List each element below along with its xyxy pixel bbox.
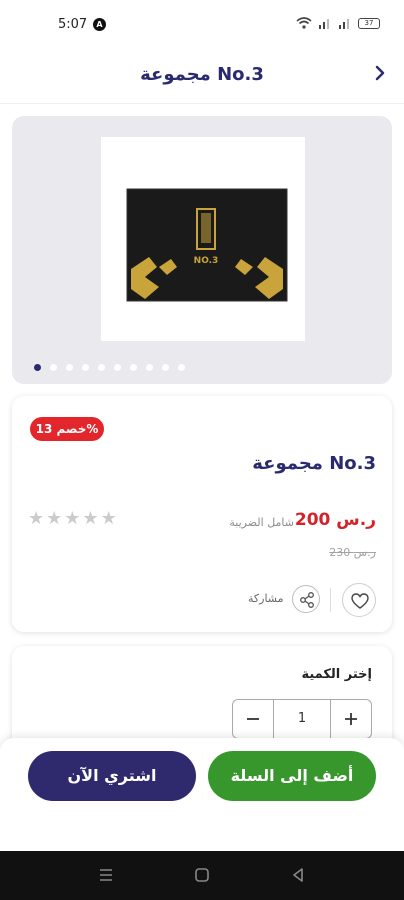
product-box-illustration: NO.3 (126, 188, 288, 302)
notification-icon: A (93, 18, 106, 31)
gallery-dot[interactable] (98, 364, 105, 371)
star-icon[interactable]: ★ (64, 508, 80, 529)
signal-icon-2 (339, 19, 349, 29)
tax-note: شامل الضريبة (229, 516, 294, 529)
star-icon[interactable]: ★ (28, 508, 44, 529)
add-to-cart-button[interactable]: أضف إلى السلة (208, 751, 376, 801)
wifi-icon (296, 17, 312, 29)
gallery-dot[interactable] (50, 364, 57, 371)
gallery-pagination[interactable] (34, 364, 185, 371)
plus-icon (345, 713, 357, 725)
buy-now-button[interactable]: اشتري الآن (28, 751, 196, 801)
share-icon (300, 592, 314, 608)
rating-stars[interactable]: ★ ★ ★ ★ ★ (28, 508, 117, 529)
star-icon[interactable]: ★ (46, 508, 62, 529)
favorite-button[interactable] (342, 583, 376, 617)
back-button[interactable] (368, 61, 392, 85)
gallery-dot[interactable] (34, 364, 41, 371)
home-icon[interactable] (192, 865, 212, 885)
bottom-action-bar: اشتري الآن أضف إلى السلة (0, 738, 404, 851)
recents-icon[interactable] (96, 865, 116, 885)
status-bar: 5:07 A 37 (0, 0, 404, 52)
svg-text:NO.3: NO.3 (194, 256, 219, 266)
share-button[interactable] (292, 585, 320, 613)
status-icons: 37 (296, 17, 380, 29)
app-bar: مجموعة No.3 (0, 52, 404, 104)
product-gallery[interactable]: NO.3 (12, 116, 392, 384)
gallery-dot[interactable] (82, 364, 89, 371)
chevron-right-icon (375, 65, 385, 81)
decrement-button[interactable] (233, 700, 273, 738)
quantity-stepper[interactable]: 1 (232, 699, 372, 739)
action-divider (330, 588, 331, 612)
product-info-card: خصم 13% مجموعة No.3 200 ر.س شامل الضريبة… (12, 396, 392, 632)
old-price: 230 ر.س (329, 546, 376, 559)
product-price: 200 ر.س (294, 510, 376, 530)
back-nav-icon[interactable] (288, 865, 308, 885)
gallery-dot[interactable] (162, 364, 169, 371)
share-label[interactable]: مشاركة (248, 592, 284, 605)
page-title: مجموعة No.3 (140, 64, 264, 85)
product-title: مجموعة No.3 (252, 453, 376, 474)
battery-icon: 37 (358, 17, 380, 29)
signal-icon (319, 19, 329, 29)
heart-icon (351, 593, 369, 609)
gallery-dot[interactable] (146, 364, 153, 371)
star-icon[interactable]: ★ (101, 508, 117, 529)
minus-icon (247, 718, 259, 720)
increment-button[interactable] (331, 700, 371, 738)
star-icon[interactable]: ★ (82, 508, 98, 529)
discount-badge: خصم 13% (30, 417, 104, 441)
clock: 5:07 (58, 17, 88, 32)
gallery-dot[interactable] (178, 364, 185, 371)
gallery-dot[interactable] (130, 364, 137, 371)
gallery-dot[interactable] (114, 364, 121, 371)
gallery-dot[interactable] (66, 364, 73, 371)
system-nav-bar (0, 851, 404, 900)
quantity-label: إختر الكمية (301, 667, 372, 682)
quantity-value[interactable]: 1 (273, 700, 331, 738)
product-image: NO.3 (101, 137, 305, 341)
